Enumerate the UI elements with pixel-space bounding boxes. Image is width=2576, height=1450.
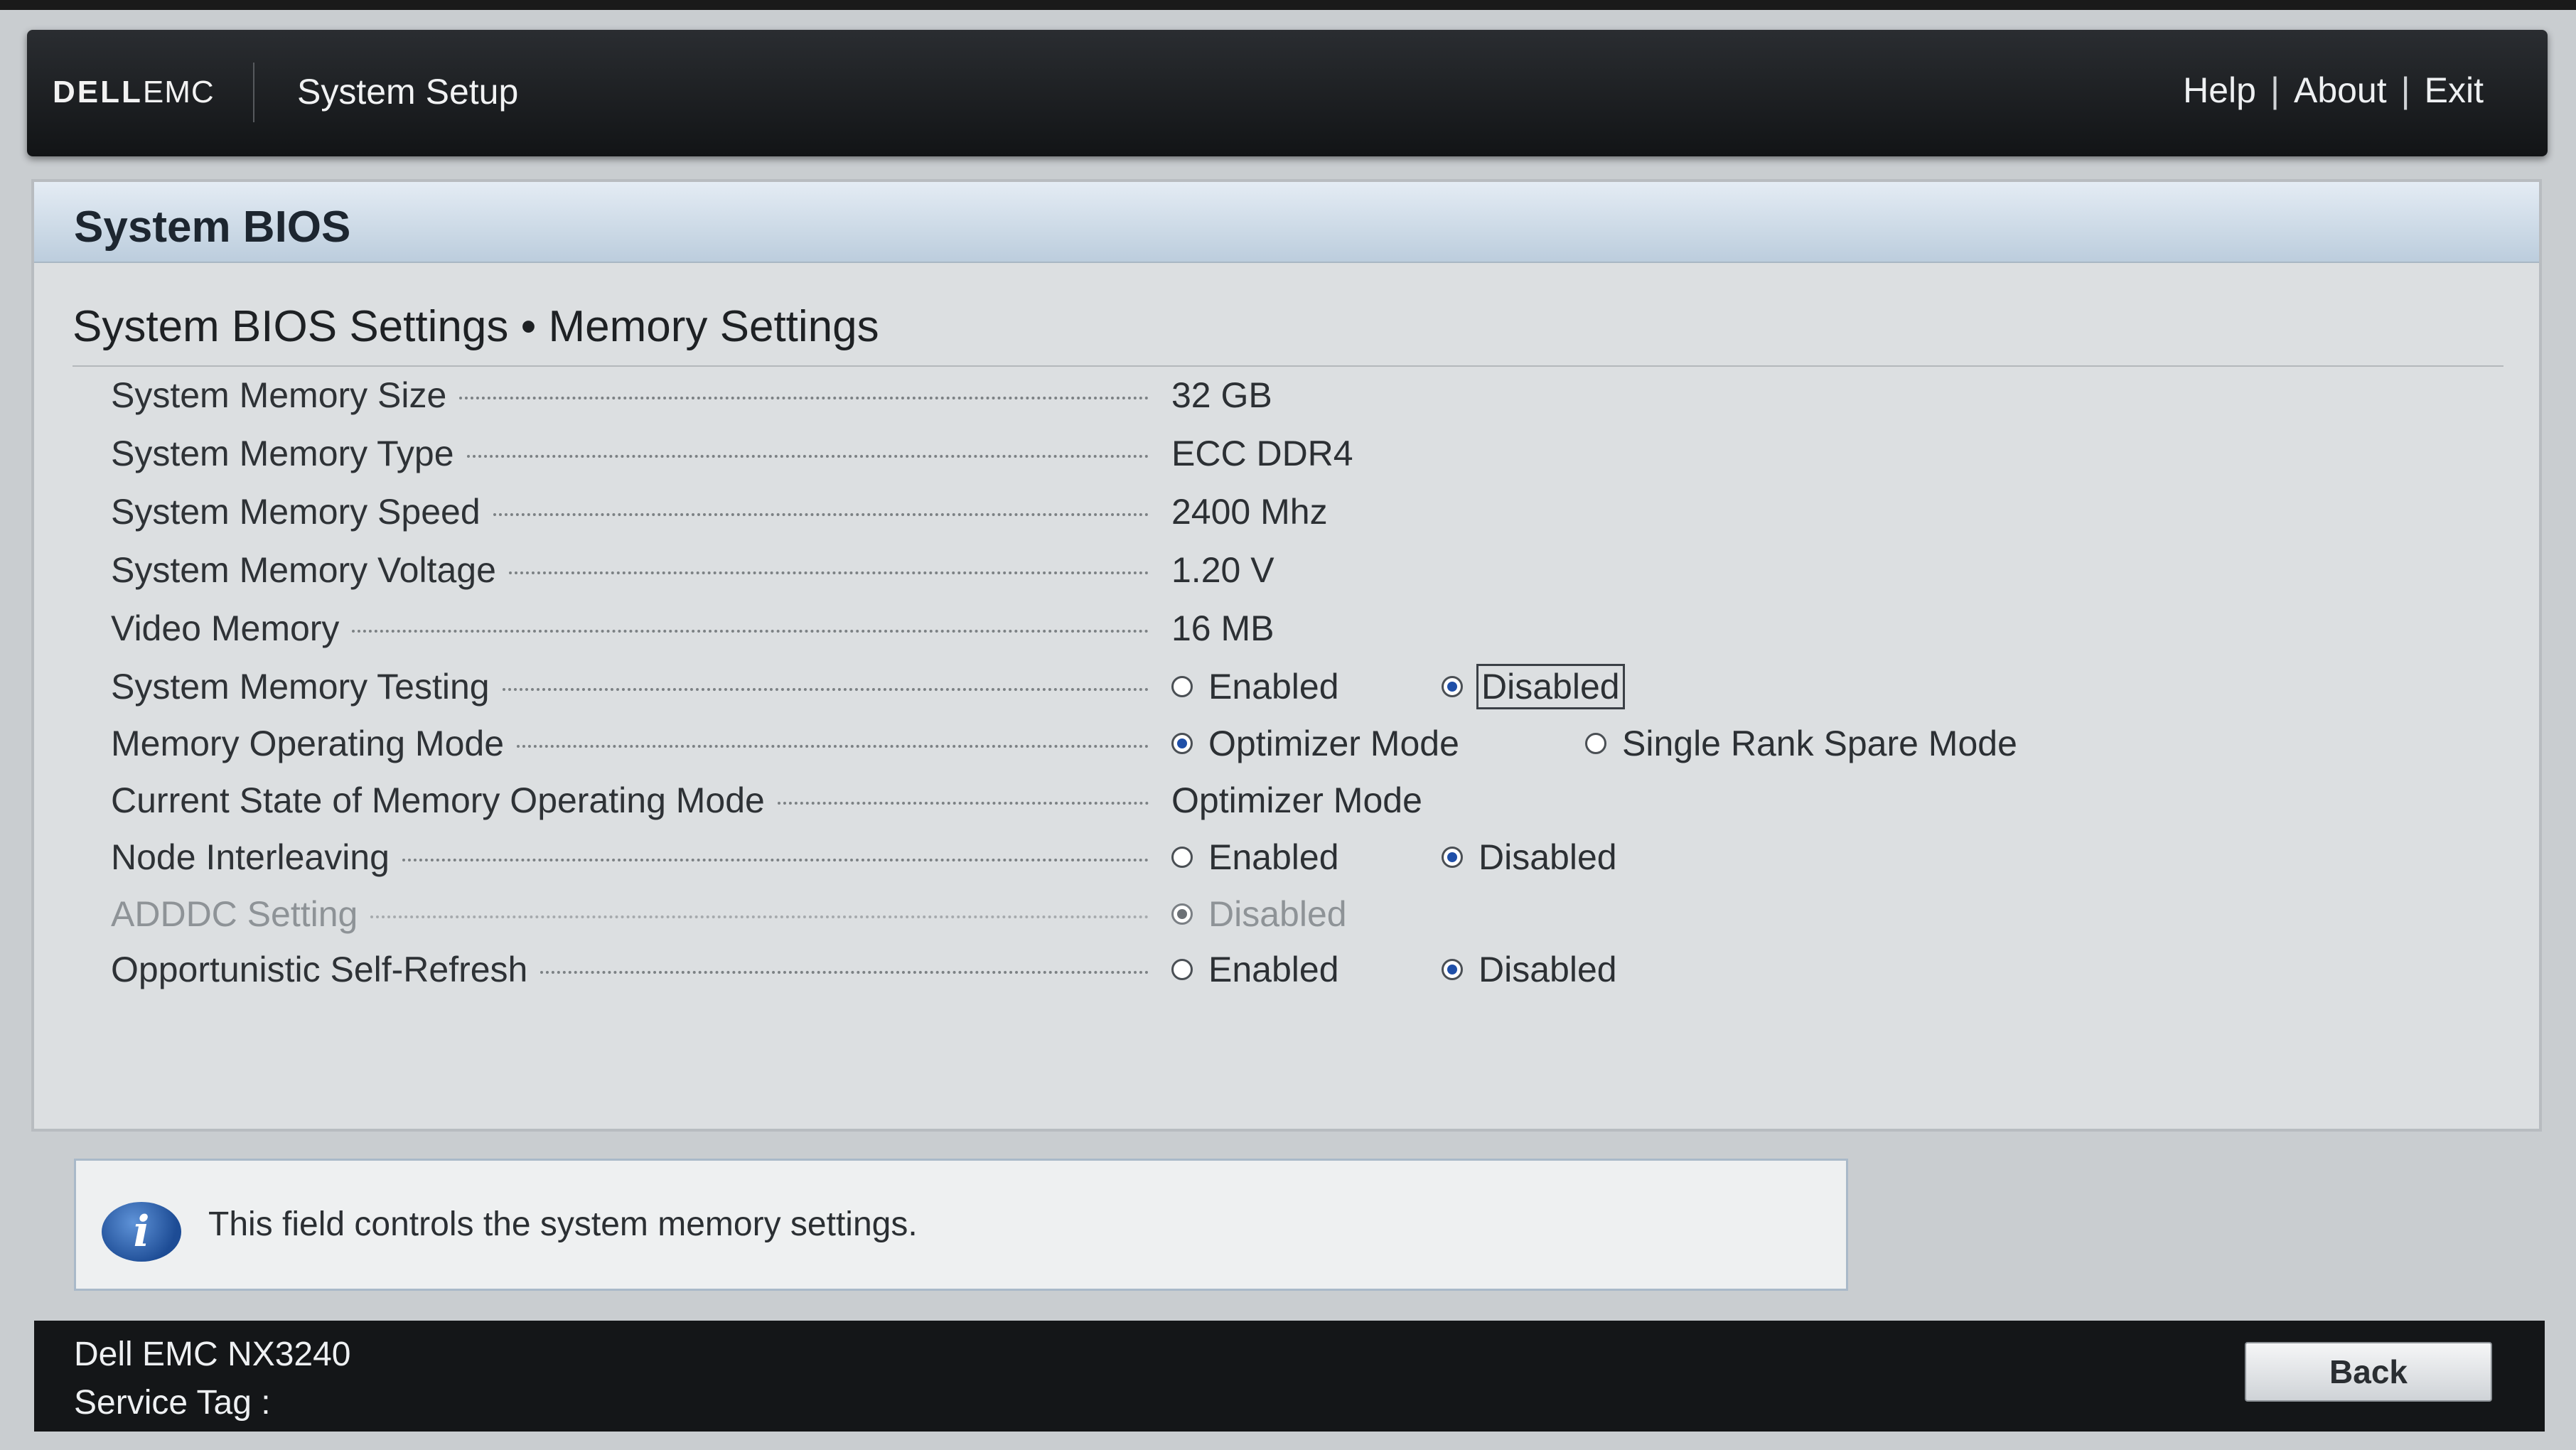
setting-row-video-memory: Video Memory 16 MB <box>34 600 2539 657</box>
self-refresh-enabled-radio[interactable]: Enabled <box>1171 947 1339 992</box>
setting-row-node-interleaving: Node Interleaving Enabled Disabled <box>34 829 2539 886</box>
back-button[interactable]: Back <box>2245 1342 2492 1402</box>
setting-row-memory-type: System Memory Type ECC DDR4 <box>34 425 2539 482</box>
setting-row-adddc: ADDDC Setting Disabled <box>34 886 2539 942</box>
setting-value: ECC DDR4 <box>1171 434 1353 473</box>
nav-separator: | <box>2400 70 2410 110</box>
setting-value: 32 GB <box>1171 375 1272 415</box>
radio-selected-icon <box>1442 676 1463 697</box>
radio-selected-icon <box>1171 903 1193 925</box>
setting-label: System Memory Voltage <box>111 547 1149 593</box>
service-tag: Service Tag : <box>74 1384 271 1422</box>
memory-testing-disabled-radio[interactable]: Disabled <box>1442 664 1625 709</box>
setting-value: Optimizer Mode <box>1171 780 1422 820</box>
node-interleaving-disabled-radio[interactable]: Disabled <box>1442 834 1617 880</box>
setting-label: Opportunistic Self-Refresh <box>111 947 1149 992</box>
setting-row-memory-voltage: System Memory Voltage 1.20 V <box>34 542 2539 598</box>
app-title: System Setup <box>297 72 519 112</box>
help-info-box: i This field controls the system memory … <box>74 1159 1848 1291</box>
optimizer-mode-radio[interactable]: Optimizer Mode <box>1171 721 1459 766</box>
radio-selected-icon <box>1442 847 1463 868</box>
setting-value: 2400 Mhz <box>1171 492 1328 532</box>
panel-title: System BIOS <box>74 203 351 252</box>
help-link[interactable]: Help <box>2183 70 2256 111</box>
radio-unselected-icon <box>1585 733 1606 754</box>
adddc-disabled-radio: Disabled <box>1171 891 1347 937</box>
system-bios-panel: System BIOS System BIOS Settings • Memor… <box>31 179 2542 1132</box>
radio-unselected-icon <box>1171 847 1193 868</box>
setting-label: Video Memory <box>111 606 1149 651</box>
help-text: This field controls the system memory se… <box>208 1205 918 1243</box>
setting-label: System Memory Size <box>111 372 1149 418</box>
radio-selected-icon <box>1442 959 1463 980</box>
top-strip <box>0 0 2576 10</box>
node-interleaving-enabled-radio[interactable]: Enabled <box>1171 834 1339 880</box>
setting-label: Memory Operating Mode <box>111 721 1149 766</box>
setting-row-memory-operating-mode: Memory Operating Mode Optimizer Mode Sin… <box>34 715 2539 772</box>
nav-separator: | <box>2270 70 2280 110</box>
radio-unselected-icon <box>1171 676 1193 697</box>
exit-link[interactable]: Exit <box>2425 70 2484 111</box>
header-nav: Help | About | Exit <box>2183 70 2484 111</box>
header-divider <box>253 63 254 122</box>
system-model: Dell EMC NX3240 <box>74 1336 351 1373</box>
radio-selected-icon <box>1171 733 1193 754</box>
setting-label: ADDDC Setting <box>111 891 1149 937</box>
memory-testing-enabled-radio[interactable]: Enabled <box>1171 664 1339 709</box>
single-rank-spare-mode-radio[interactable]: Single Rank Spare Mode <box>1585 721 2017 766</box>
panel-header: System BIOS <box>34 182 2539 263</box>
setting-label: System Memory Type <box>111 431 1149 476</box>
setting-row-memory-size: System Memory Size 32 GB <box>34 367 2539 424</box>
section-title: System BIOS Settings • Memory Settings <box>73 302 879 351</box>
setting-row-current-operating-mode: Current State of Memory Operating Mode O… <box>34 772 2539 829</box>
about-link[interactable]: About <box>2294 70 2387 111</box>
self-refresh-disabled-radio[interactable]: Disabled <box>1442 947 1617 992</box>
setting-label: System Memory Testing <box>111 664 1149 709</box>
dell-emc-logo: DELLEMC <box>53 75 215 109</box>
footer-bar: Dell EMC NX3240 Service Tag : Back <box>34 1321 2545 1432</box>
setting-row-memory-speed: System Memory Speed 2400 Mhz <box>34 483 2539 540</box>
setting-label: Node Interleaving <box>111 834 1149 880</box>
setting-label: Current State of Memory Operating Mode <box>111 778 1149 823</box>
setting-row-opportunistic-self-refresh: Opportunistic Self-Refresh Enabled Disab… <box>34 941 2539 998</box>
info-icon: i <box>102 1202 181 1262</box>
setting-label: System Memory Speed <box>111 489 1149 535</box>
setting-row-memory-testing: System Memory Testing Enabled Disabled <box>34 658 2539 715</box>
setting-value: 16 MB <box>1171 608 1274 648</box>
setting-value: 1.20 V <box>1171 550 1274 590</box>
radio-unselected-icon <box>1171 959 1193 980</box>
header-bar: DELLEMC System Setup Help | About | Exit <box>27 30 2548 156</box>
